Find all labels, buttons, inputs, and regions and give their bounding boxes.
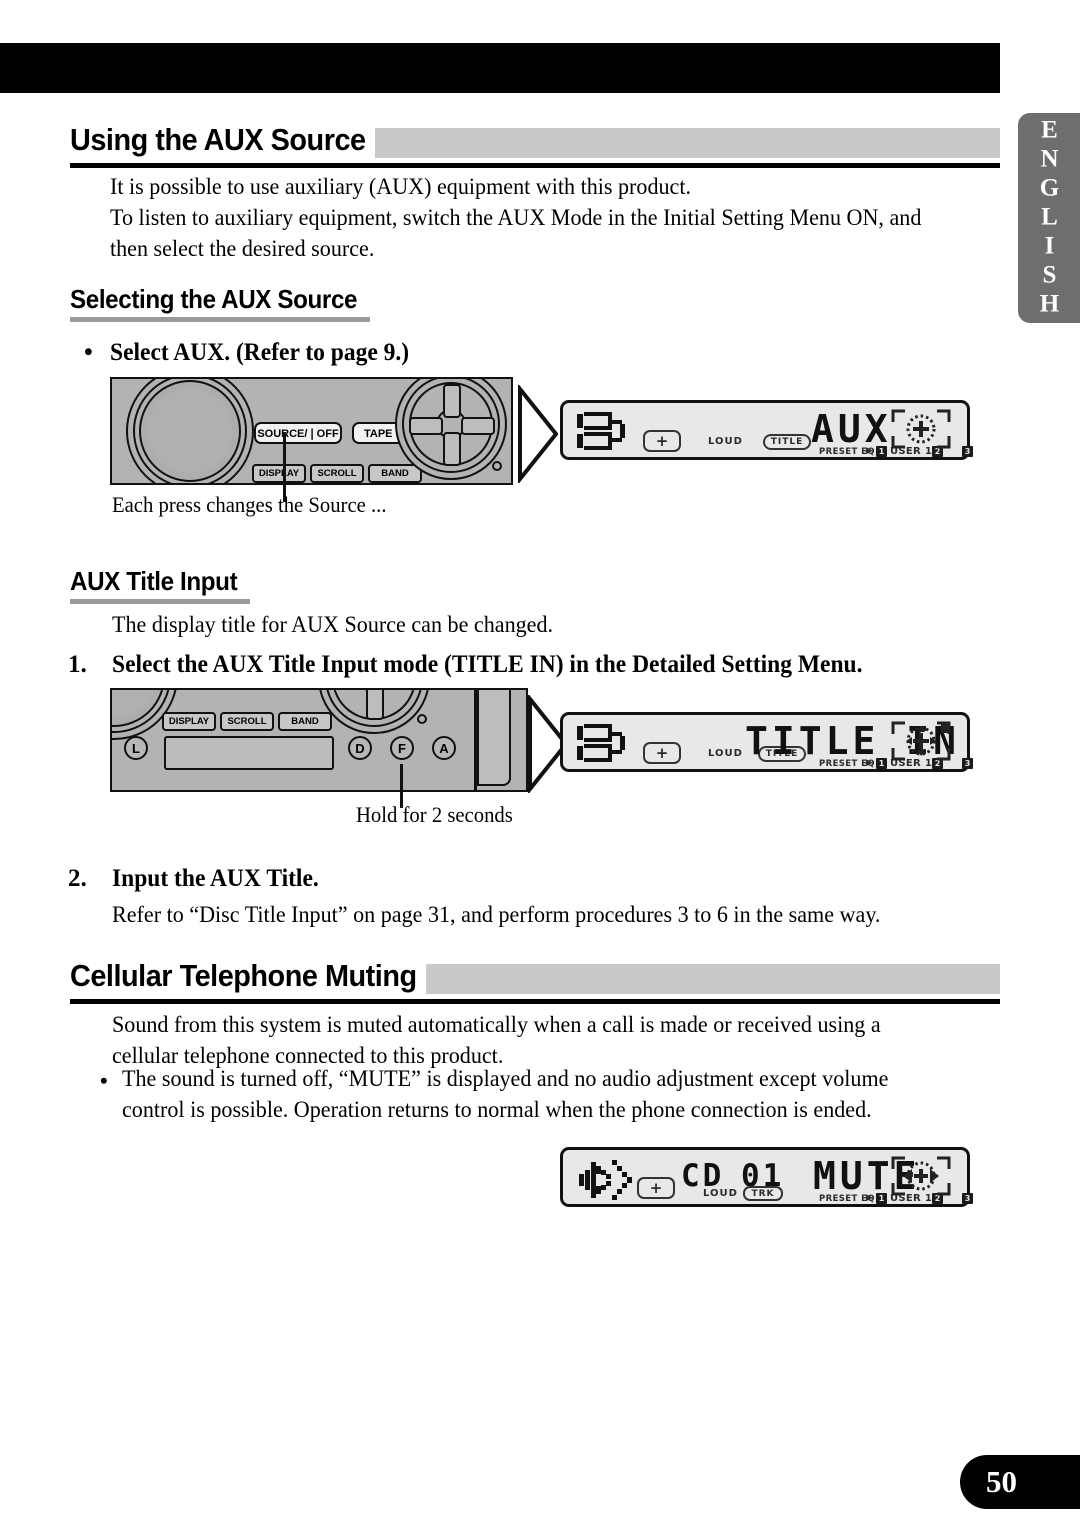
subsection-heading-selecting-aux: Selecting the AUX Source <box>70 284 379 322</box>
button-l[interactable]: L <box>124 736 148 760</box>
panel-side-tab <box>477 690 511 786</box>
pad-right-key-2[interactable] <box>384 688 418 689</box>
source-off-button[interactable]: SOURCE/❘OFF <box>254 422 342 444</box>
subsection-heading-text: Selecting the AUX Source <box>70 284 358 314</box>
preset-eq-arrow-2: ▶ <box>866 758 873 768</box>
reset-hole-icon-2 <box>417 714 427 724</box>
manual-page: ENGLISH Using the AUX Source It is possi… <box>0 0 1080 1533</box>
step-2-text: Input the AUX Title. <box>112 865 319 892</box>
button-d[interactable]: D <box>348 736 372 760</box>
page-header-bar <box>0 43 1000 93</box>
eq-chip-1: 1 <box>876 446 887 457</box>
section-heading-text-2: Cellular Telephone Muting <box>70 956 426 996</box>
bullet-dot-2: • <box>100 1068 108 1093</box>
preset-eq-arrow: ▶ <box>866 446 873 456</box>
page-number-badge: 50 <box>960 1455 1080 1509</box>
bullet-cellular-mute-text: The sound is turned off, “MUTE” is displ… <box>122 1066 889 1123</box>
paragraph-aux-title-intro: The display title for AUX Source can be … <box>112 612 554 638</box>
paragraph-aux-intro-1: It is possible to use auxiliary (AUX) eq… <box>110 174 692 200</box>
pad-bracket-icon-2 <box>891 721 951 761</box>
lcd-display-title-in: + LOUD TITLE TITLE IN PRESET EQ ▶ 1 USER… <box>560 712 973 772</box>
button-f[interactable]: F <box>390 736 414 760</box>
lcd-display-mute: + CD 01 LOUD TRK MUTE PRESET EQ ▶ 1 USER… <box>560 1147 973 1207</box>
pad-left-key-2[interactable] <box>332 688 366 689</box>
step-1-text: Select the AUX Title Input mode (TITLE I… <box>112 651 863 678</box>
loud-indicator-3: LOUD <box>703 1188 738 1199</box>
step-2-body: Refer to “Disc Title Input” on page 31, … <box>112 902 881 928</box>
subsection-heading-text-2: AUX Title Input <box>70 566 238 596</box>
source-off-button-partial[interactable] <box>164 688 252 690</box>
eq-chip-3: 3 <box>962 446 973 457</box>
pad-down-key-2[interactable] <box>366 690 384 720</box>
section-heading-cellular-muting: Cellular Telephone Muting <box>70 956 1000 1004</box>
pad-right-key[interactable] <box>461 417 495 435</box>
page-number-text: 50 <box>986 1464 1017 1499</box>
title-indicator: TITLE <box>763 434 811 450</box>
bullet-select-aux: • Select AUX. (Refer to page 9.) <box>84 336 984 369</box>
loud-indicator: LOUD <box>708 436 743 447</box>
caption-hold-2-seconds: Hold for 2 seconds <box>356 802 513 827</box>
heading-rule-2 <box>70 999 1000 1004</box>
mute-speaker-icon <box>579 1160 632 1200</box>
pad-left-key[interactable] <box>409 417 443 435</box>
bullet-dot: • <box>84 339 93 366</box>
bullet-select-aux-text: Select AUX. (Refer to page 9.) <box>110 339 410 366</box>
pad-up-key[interactable] <box>443 384 461 418</box>
plus-indicator-icon-3: + <box>637 1177 675 1199</box>
section-heading-text: Using the AUX Source <box>70 120 375 160</box>
plus-indicator-icon-2: + <box>643 742 681 764</box>
paragraph-aux-intro-2: To listen to auxiliary equipment, switch… <box>110 205 922 262</box>
eq-chip-1b: 1 <box>876 758 887 769</box>
lcd-main-text-aux: AUX <box>811 407 892 451</box>
button-a[interactable]: A <box>432 736 456 760</box>
subsection-rule-2 <box>70 599 250 604</box>
aux-input-icon-2 <box>577 724 625 762</box>
device-illustration-front-panel: SOURCE/❘OFF TAPE ⏏ DISPLAY SCROLL BAND <box>110 377 513 485</box>
language-tab-label: ENGLISH <box>1036 116 1063 320</box>
band-button[interactable]: BAND <box>368 464 422 483</box>
flow-arrow-icon <box>518 385 558 483</box>
reset-hole-icon <box>492 461 502 471</box>
bullet-cellular-mute: • The sound is turned off, “MUTE” is dis… <box>100 1064 990 1126</box>
volume-knob-inner <box>148 389 232 473</box>
tape-eject-button-partial[interactable] <box>262 688 328 690</box>
caption-each-press: Each press changes the Source ... <box>112 492 387 517</box>
language-tab: ENGLISH <box>1018 113 1080 323</box>
eq-chip-3b: 3 <box>962 758 973 769</box>
paragraph-cellular: Sound from this system is muted automati… <box>112 1012 881 1069</box>
step-1-number: 1. <box>68 651 87 678</box>
step-2-number: 2. <box>68 865 87 892</box>
scroll-button[interactable]: SCROLL <box>310 464 364 483</box>
pad-bracket-icon-3 <box>891 1156 951 1196</box>
volume-knob <box>126 379 254 483</box>
step-1: 1. Select the AUX Title Input mode (TITL… <box>68 648 1008 681</box>
multi-control-pad-2[interactable] <box>318 688 430 734</box>
pad-bracket-icon <box>891 409 951 449</box>
loud-indicator-2: LOUD <box>708 748 743 759</box>
trk-indicator: TRK <box>743 1186 783 1201</box>
device-illustration-front-panel-detail: DISPLAY SCROLL BAND L D F A <box>110 688 528 792</box>
scroll-button-2[interactable]: SCROLL <box>220 712 274 731</box>
eq-chip-1c: 1 <box>876 1193 887 1204</box>
section-heading-using-aux: Using the AUX Source <box>70 120 1000 168</box>
display-button-2[interactable]: DISPLAY <box>162 712 216 731</box>
volume-knob-inner-2 <box>112 690 156 718</box>
subsection-rule <box>70 317 370 322</box>
band-button-2[interactable]: BAND <box>278 712 332 731</box>
subsection-heading-aux-title-input: AUX Title Input <box>70 566 250 604</box>
display-button[interactable]: DISPLAY <box>252 464 306 483</box>
cassette-slot <box>164 736 334 770</box>
eq-chip-3c: 3 <box>962 1193 973 1204</box>
plus-indicator-icon: + <box>643 430 681 452</box>
lcd-display-aux: + LOUD TITLE AUX PRESET EQ ▶ 1 USER 1 2 … <box>560 400 973 460</box>
pad-down-key[interactable] <box>443 432 461 466</box>
multi-control-pad[interactable] <box>395 379 507 480</box>
preset-eq-arrow-3: ▶ <box>866 1193 873 1203</box>
heading-rule <box>70 163 1000 168</box>
aux-input-icon <box>577 412 625 450</box>
step-2: 2. Input the AUX Title. <box>68 862 1008 895</box>
